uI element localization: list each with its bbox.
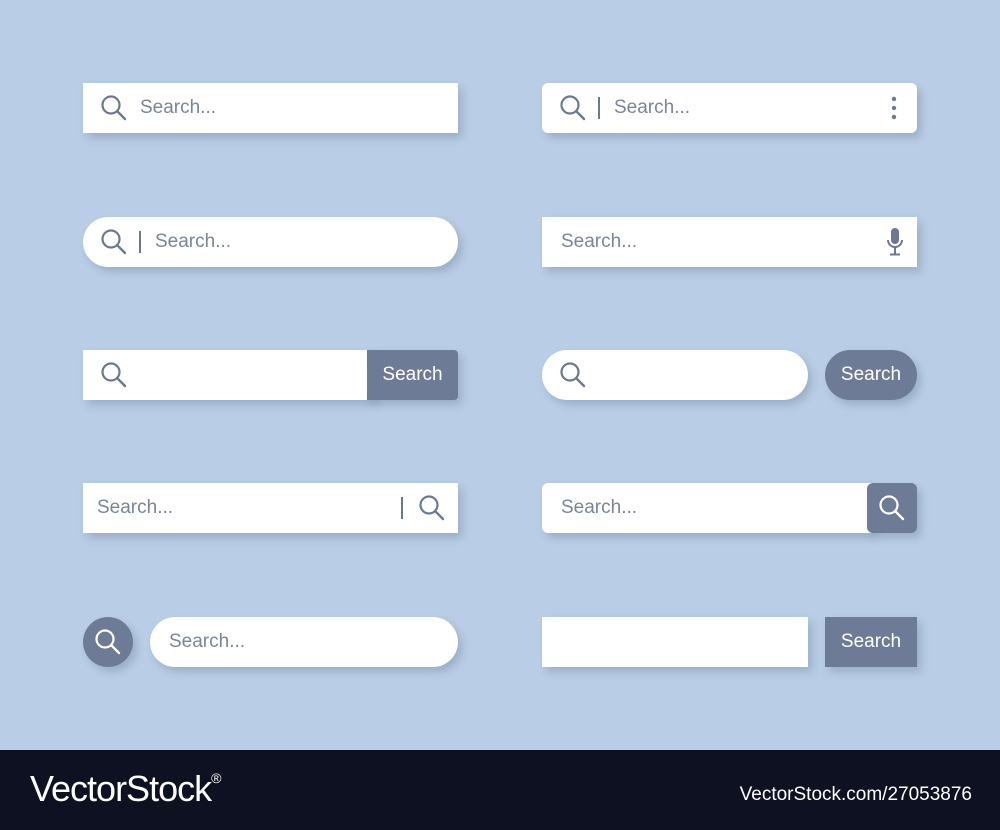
search-bar-5[interactable] [83,350,373,400]
text-caret [401,497,403,519]
search-bar-1[interactable]: Search... [83,83,458,133]
search-bar-4[interactable]: Search... [542,217,917,267]
search-placeholder: Search... [561,497,638,518]
text-caret [598,97,600,119]
brand-logo: VectorStock® [30,768,221,810]
kebab-menu-icon[interactable] [889,95,899,121]
search-placeholder: Search... [140,97,217,118]
search-icon [95,629,121,655]
brand-name: VectorStock [30,768,212,809]
search-bar-6[interactable] [542,350,808,400]
search-placeholder: Search... [97,497,174,518]
search-button[interactable]: Search [825,350,917,400]
search-icon [101,95,127,121]
microphone-icon[interactable] [885,227,905,257]
search-icon [101,362,127,388]
search-button[interactable]: Search [367,350,458,400]
search-button[interactable]: Search [825,617,917,667]
search-icon-button[interactable] [867,483,917,533]
search-icon [101,229,127,255]
search-icon-button[interactable] [83,617,133,667]
search-bar-3[interactable]: Search... [83,217,458,267]
search-icon [879,495,905,521]
search-bar-2[interactable]: Search... [542,83,917,133]
footer-watermark: VectorStock® VectorStock.com/27053876 [0,750,1000,830]
search-icon[interactable] [418,494,446,522]
text-caret [139,231,141,253]
stock-id: VectorStock.com/27053876 [739,784,972,805]
search-placeholder: Search... [169,631,246,652]
search-bar-8[interactable]: Search... [542,483,872,533]
search-bar-7[interactable]: Search... [83,483,458,533]
search-placeholder: Search... [155,231,232,252]
search-bar-9[interactable]: Search... [150,617,458,667]
search-placeholder: Search... [561,231,638,252]
search-icon [560,362,586,388]
search-placeholder: Search... [614,97,691,118]
search-bar-10[interactable] [542,617,808,667]
registered-mark: ® [211,770,221,786]
search-icon [560,95,586,121]
